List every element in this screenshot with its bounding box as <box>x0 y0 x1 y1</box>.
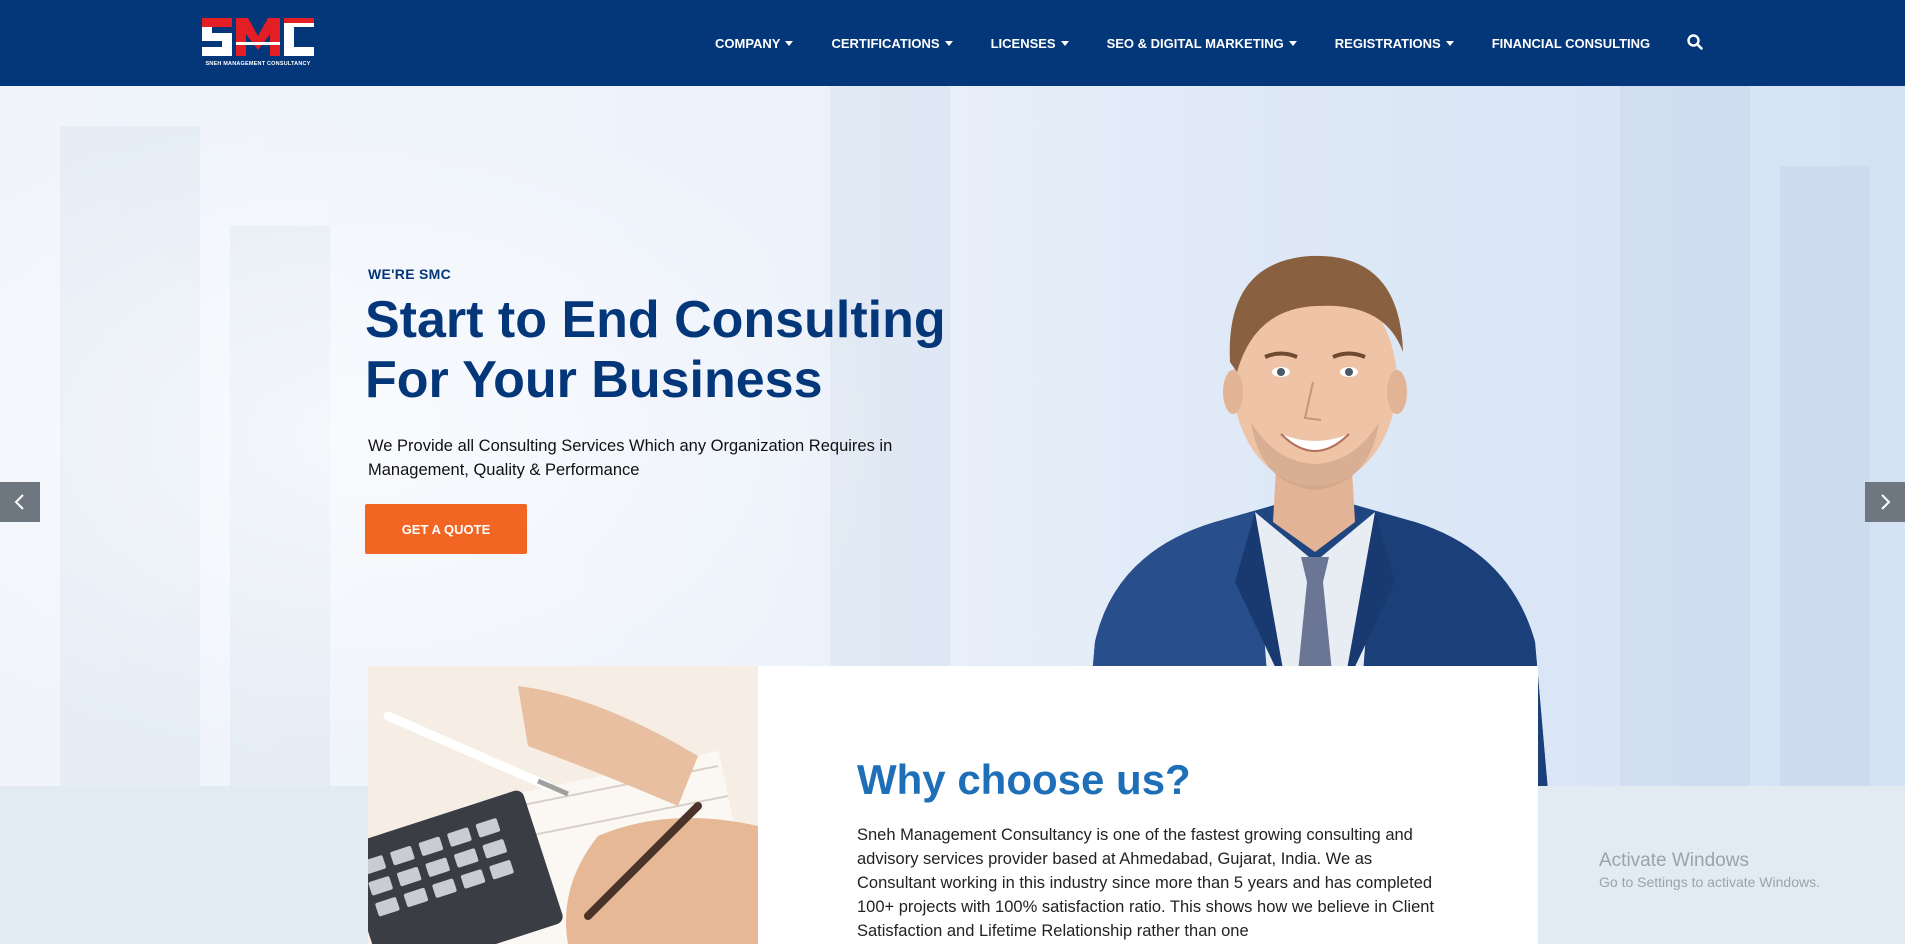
hero-title: Start to End Consulting For Your Busines… <box>365 290 1045 410</box>
nav-item-licenses[interactable]: LICENSES <box>991 36 1069 51</box>
nav-item-registrations[interactable]: REGISTRATIONS <box>1335 36 1454 51</box>
slider-next-button[interactable] <box>1865 482 1905 522</box>
nav-item-label: LICENSES <box>990 35 1056 51</box>
caret-down-icon <box>1060 40 1069 46</box>
caret-down-icon <box>944 40 953 46</box>
nav-item-company[interactable]: COMPANY <box>715 35 794 51</box>
logo[interactable]: SNEH MANAGEMENT CONSULTANCY <box>202 16 314 68</box>
nav-item-label: SEO & DIGITAL MARKETING <box>1106 35 1284 51</box>
calculator-photo <box>368 666 758 944</box>
nav-item-financial-consulting[interactable]: FINANCIAL CONSULTING <box>1492 36 1650 51</box>
nav-item-label: REGISTRATIONS <box>1334 35 1441 51</box>
chevron-right-icon <box>1881 494 1891 510</box>
nav-item-label: CERTIFICATIONS <box>831 35 940 51</box>
hero-subtitle: We Provide all Consulting Services Which… <box>368 437 893 479</box>
site-header: SNEH MANAGEMENT CONSULTANCY COMPANY CERT… <box>0 0 1905 86</box>
caret-down-icon <box>1288 40 1297 46</box>
watermark-subtitle: Go to Settings to activate Windows. <box>1599 874 1820 890</box>
activate-windows-watermark: Activate Windows Go to Settings to activ… <box>1599 850 1820 890</box>
slider-prev-button[interactable] <box>0 482 40 522</box>
get-a-quote-button[interactable]: GET A QUOTE <box>365 504 527 554</box>
background-building <box>1620 86 1750 786</box>
caret-down-icon <box>1445 40 1454 46</box>
nav-item-certifications[interactable]: CERTIFICATIONS <box>831 35 953 51</box>
hero-title-line2: For Your Business <box>365 351 823 409</box>
logo-subtitle: SNEH MANAGEMENT CONSULTANCY <box>205 61 311 67</box>
search-icon[interactable] <box>1686 33 1704 51</box>
why-choose-us-title: Why choose us? <box>857 756 1191 803</box>
why-choose-us-text: Sneh Management Consultancy is one of th… <box>857 826 1435 940</box>
logo-mark <box>202 18 314 56</box>
caret-down-icon <box>785 40 794 46</box>
nav-item-label: FINANCIAL CONSULTING <box>1491 35 1651 51</box>
chevron-left-icon <box>14 494 24 510</box>
hero-eyebrow: WE'RE SMC <box>368 266 452 282</box>
nav-item-label: COMPANY <box>715 35 781 51</box>
hero-title-line1: Start to End Consulting <box>365 291 946 349</box>
main-nav: COMPANY CERTIFICATIONS LICENSES SEO & DI… <box>715 0 1688 86</box>
background-building <box>1780 166 1870 786</box>
nav-item-seo-digital-marketing[interactable]: SEO & DIGITAL MARKETING <box>1107 36 1297 51</box>
watermark-title: Activate Windows <box>1599 850 1749 871</box>
